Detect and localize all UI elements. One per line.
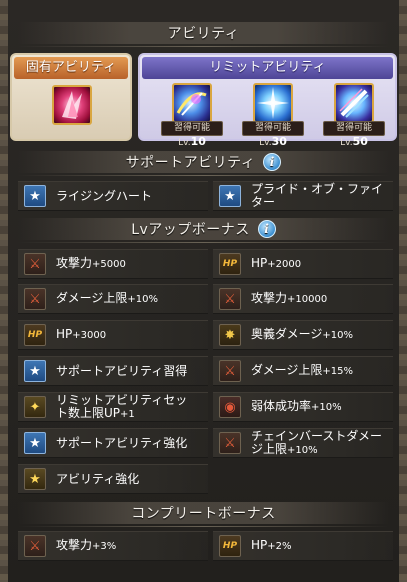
stone-border-right — [399, 0, 407, 582]
innate-ability-box: 固有アビリティ — [10, 53, 132, 141]
swords-icon: ⚔ — [219, 288, 241, 310]
lvup-right-row-5: ◉ 弱体成功率+10% — [213, 392, 393, 422]
debuff-icon: ◉ — [219, 396, 241, 418]
limit-ability-3-level: 習得可能Lv.50 — [323, 121, 385, 148]
lvup-info-icon[interactable]: i — [257, 220, 276, 238]
support-title: サポートアビリティ — [125, 155, 256, 171]
ability-panel: アビリティ 固有アビリティ リミットアビリティ 習得可能Lv.10 習得可能Lv… — [8, 0, 399, 582]
swords-icon: ⚔ — [219, 432, 241, 454]
limit-ability-label: リミットアビリティ — [142, 57, 393, 79]
hp-icon: HP — [24, 324, 46, 346]
lvup-left-row-1: ⚔ 攻撃力+5000 — [18, 249, 208, 279]
support-header: サポートアビリティ i — [18, 151, 389, 176]
limit-ability-box: リミットアビリティ 習得可能Lv.10 習得可能Lv.30 習得可能Lv.50 — [138, 53, 397, 148]
hp-icon: HP — [219, 535, 241, 557]
innate-ability-label: 固有アビリティ — [14, 57, 128, 79]
gold-star-icon: ✦ — [24, 396, 46, 418]
lvup-title: Lvアップボーナス — [131, 222, 250, 238]
complete-title: コンプリートボーナス — [131, 506, 276, 522]
swords-icon: ⚔ — [219, 360, 241, 382]
stone-border-left — [0, 0, 8, 582]
burst-icon: ✸ — [219, 324, 241, 346]
limit-ability-1-icon[interactable] — [172, 83, 212, 123]
star-icon: ★ — [219, 185, 241, 207]
lvup-left-row-2: ⚔ ダメージ上限+10% — [18, 284, 208, 314]
lvup-left-row-5: ✦ リミットアビリティセット数上限UP+1 — [18, 392, 208, 422]
lvup-left-row-3: HP HP+3000 — [18, 320, 208, 350]
support-ability-2: プライド・オブ・ファイター — [251, 182, 384, 209]
limit-ability-1-level: 習得可能Lv.10 — [161, 121, 223, 148]
lvup-right-row-3: ✸ 奥義ダメージ+10% — [213, 320, 393, 350]
star-icon: ★ — [24, 360, 46, 382]
support-ability-1: ライジングハート — [56, 188, 153, 203]
innate-ability-icon[interactable] — [52, 85, 92, 125]
lvup-header: Lvアップボーナス i — [18, 218, 389, 243]
lvup-right-row-1: HP HP+2000 — [213, 249, 393, 279]
swords-icon: ⚔ — [24, 288, 46, 310]
swords-icon: ⚔ — [24, 253, 46, 275]
abilities-header: アビリティ — [18, 22, 389, 47]
star-icon: ★ — [24, 185, 46, 207]
lvup-left-row-4: ★ サポートアビリティ習得 — [18, 356, 208, 386]
complete-left-row: ⚔ 攻撃力+3% — [18, 531, 208, 561]
limit-ability-3-icon[interactable] — [334, 83, 374, 123]
lvup-left-row-6: ★ サポートアビリティ強化 — [18, 428, 208, 458]
limit-ability-2-icon[interactable] — [253, 83, 293, 123]
gold-star-icon: ★ — [24, 468, 46, 490]
abilities-title: アビリティ — [167, 26, 240, 42]
complete-right-row: HP HP+2% — [213, 531, 393, 561]
lvup-right-row-6: ⚔ チェインバーストダメージ上限+10% — [213, 428, 393, 458]
swords-icon: ⚔ — [24, 535, 46, 557]
star-icon: ★ — [24, 432, 46, 454]
support-ability-row-1[interactable]: ★ ライジングハート — [18, 181, 208, 211]
support-info-icon[interactable]: i — [263, 153, 282, 171]
lvup-left-row-7: ★ アビリティ強化 — [18, 464, 208, 494]
lvup-right-row-2: ⚔ 攻撃力+10000 — [213, 284, 393, 314]
complete-header: コンプリートボーナス — [18, 502, 389, 527]
support-ability-row-2[interactable]: ★ プライド・オブ・ファイター — [213, 181, 393, 211]
hp-icon: HP — [219, 253, 241, 275]
lvup-right-row-4: ⚔ ダメージ上限+15% — [213, 356, 393, 386]
limit-ability-2-level: 習得可能Lv.30 — [242, 121, 304, 148]
